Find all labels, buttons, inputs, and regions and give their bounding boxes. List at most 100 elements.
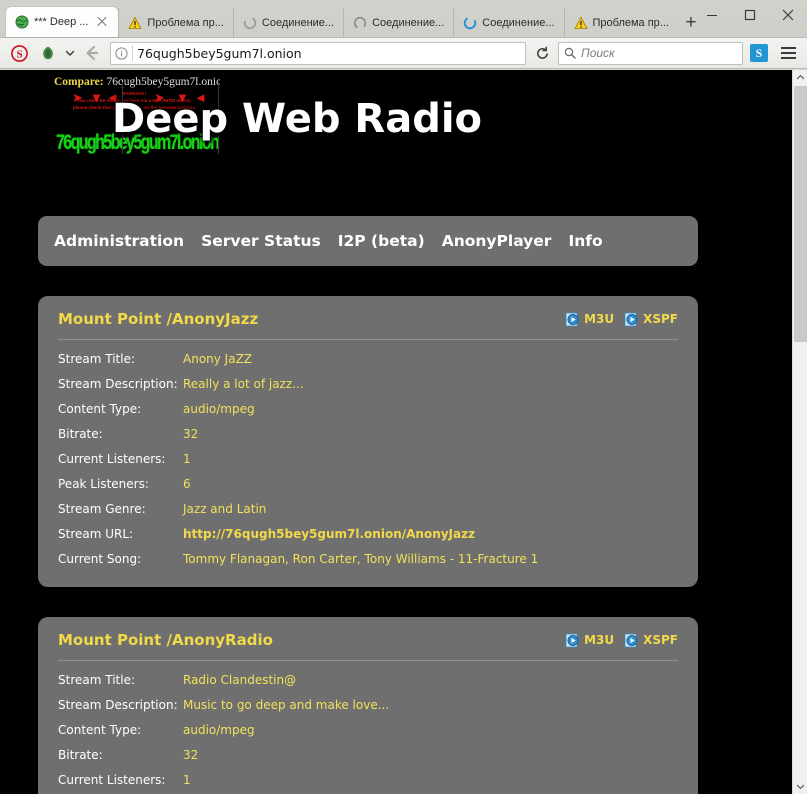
loading-grey-icon (353, 16, 367, 30)
globe-icon (15, 15, 29, 29)
stream-url-value[interactable]: http://76qugh5bey5gum7l.onion/AnonyJazz (183, 521, 678, 546)
browser-tab-1[interactable]: Проблема пр... (118, 8, 232, 37)
chevron-up-icon (797, 75, 804, 80)
table-row: Current Song: Tommy Flanagan, Ron Carter… (58, 546, 678, 571)
mount-point-title-prefix: Mount Point (58, 310, 161, 328)
onion-icon (40, 45, 56, 61)
field-key: Stream Title: (58, 667, 183, 692)
warning-icon (128, 16, 142, 30)
table-row: Stream URL: http://76qugh5bey5gum7l.onio… (58, 521, 678, 546)
browser-tab-label: Соединение... (372, 17, 444, 29)
page-title: Deep Web Radio (112, 96, 482, 142)
maximize-icon (744, 9, 756, 21)
browser-window: *** Deep ... Проблема пр... Соединение..… (0, 0, 807, 794)
field-value: audio/mpeg (183, 396, 678, 421)
field-key: Stream Title: (58, 346, 183, 371)
xspf-label: XSPF (643, 312, 678, 326)
xspf-link[interactable]: XSPF (624, 312, 678, 327)
field-key: Current Listeners: (58, 767, 183, 792)
nav-item-administration[interactable]: Administration (54, 232, 184, 250)
browser-tab-2[interactable]: Соединение... (233, 8, 343, 37)
mount-point-path: /AnonyJazz (167, 310, 259, 328)
loading-grey-icon (243, 16, 257, 30)
address-bar[interactable]: 76qugh5bey5gum7l.onion (110, 42, 526, 65)
scroll-down-button[interactable] (793, 779, 807, 794)
table-row: Current Listeners: 1 (58, 446, 678, 471)
playlist-play-icon (565, 633, 580, 648)
table-row: Bitrate: 32 (58, 742, 678, 767)
field-value: 1 (183, 446, 678, 471)
xspf-link[interactable]: XSPF (624, 633, 678, 648)
minimize-button[interactable] (693, 0, 731, 30)
browser-tab-label: Соединение... (262, 17, 334, 29)
close-button[interactable] (769, 0, 807, 30)
field-value: Really a lot of jazz... (183, 371, 678, 396)
site-banner: Compare: 76qugh5bey5gum7l.onion ➤ ▼ ◄ ➤ … (40, 74, 600, 164)
scroll-up-button[interactable] (793, 70, 807, 85)
field-key: Stream Description: (58, 371, 183, 396)
noscript-button[interactable]: S (6, 41, 32, 65)
field-value: Music to go deep and make love... (183, 692, 678, 717)
browser-tab-5[interactable]: Проблема пр... (564, 8, 678, 37)
m3u-link[interactable]: M3U (565, 633, 614, 648)
scrollbar-thumb[interactable] (794, 86, 807, 342)
torbutton-button[interactable] (35, 41, 61, 65)
extension-button[interactable]: S (746, 41, 772, 65)
vertical-scrollbar[interactable] (792, 70, 807, 794)
field-key: Content Type: (58, 396, 183, 421)
card-divider (58, 660, 678, 661)
nav-item-anonyplayer[interactable]: AnonyPlayer (442, 232, 552, 250)
playlist-play-icon (565, 312, 580, 327)
playlist-links: M3U XSPF (565, 312, 678, 327)
m3u-link[interactable]: M3U (565, 312, 614, 327)
close-icon (782, 9, 794, 21)
search-input-placeholder: Поиск (581, 46, 615, 60)
nav-item-server-status[interactable]: Server Status (201, 232, 321, 250)
hamburger-menu-button[interactable] (775, 41, 801, 65)
reload-button[interactable] (529, 41, 555, 65)
field-key: Bitrate: (58, 421, 183, 446)
playlist-links: M3U XSPF (565, 633, 678, 648)
browser-tab-4[interactable]: Соединение... (453, 8, 563, 37)
chevron-down-icon (797, 784, 804, 789)
stream-details-table: Stream Title: Radio Clandestin@ Stream D… (58, 667, 678, 794)
tab-close-icon[interactable] (95, 15, 109, 29)
reload-icon (535, 46, 550, 61)
maximize-button[interactable] (731, 0, 769, 30)
browser-tab-3[interactable]: Соединение... (343, 8, 453, 37)
field-key: Bitrate: (58, 742, 183, 767)
mount-point-header: Mount Point /AnonyRadio M3U (58, 631, 678, 649)
field-key: Stream Description: (58, 692, 183, 717)
card-divider (58, 339, 678, 340)
field-key: Current Song: (58, 546, 183, 571)
field-value: 32 (183, 421, 678, 446)
back-arrow-icon (82, 43, 102, 63)
table-row: Stream Title: Radio Clandestin@ (58, 667, 678, 692)
warning-icon (574, 16, 588, 30)
compare-address: 76qugh5bey5gum7l.onion (107, 76, 221, 88)
browser-tab-0[interactable]: *** Deep ... (6, 7, 118, 37)
svg-text:S: S (16, 48, 22, 60)
info-circle-icon[interactable] (115, 47, 128, 60)
m3u-label: M3U (584, 312, 614, 326)
main-navigation: Administration Server Status I2P (beta) … (38, 216, 698, 266)
table-row: Stream Description: Really a lot of jazz… (58, 371, 678, 396)
nav-item-i2p[interactable]: I2P (beta) (338, 232, 425, 250)
search-bar[interactable]: Поиск (558, 42, 743, 65)
field-key: Stream URL: (58, 521, 183, 546)
minimize-icon (706, 9, 718, 21)
nav-item-info[interactable]: Info (568, 232, 602, 250)
noscript-icon: S (11, 45, 28, 62)
field-value: 32 (183, 742, 678, 767)
field-value: Radio Clandestin@ (183, 667, 678, 692)
mount-point-path: /AnonyRadio (167, 631, 273, 649)
field-value: 1 (183, 767, 678, 792)
mount-point-card: Mount Point /AnonyJazz M3U (38, 296, 698, 587)
page-content: Compare: 76qugh5bey5gum7l.onion ➤ ▼ ◄ ➤ … (0, 70, 792, 794)
browser-toolbar: S 76qugh5be (0, 38, 807, 69)
torbutton-dropdown[interactable] (64, 41, 76, 65)
back-button[interactable] (79, 41, 105, 65)
field-key: Content Type: (58, 717, 183, 742)
field-value: Jazz and Latin (183, 496, 678, 521)
browser-tab-label: Проблема пр... (593, 17, 669, 29)
